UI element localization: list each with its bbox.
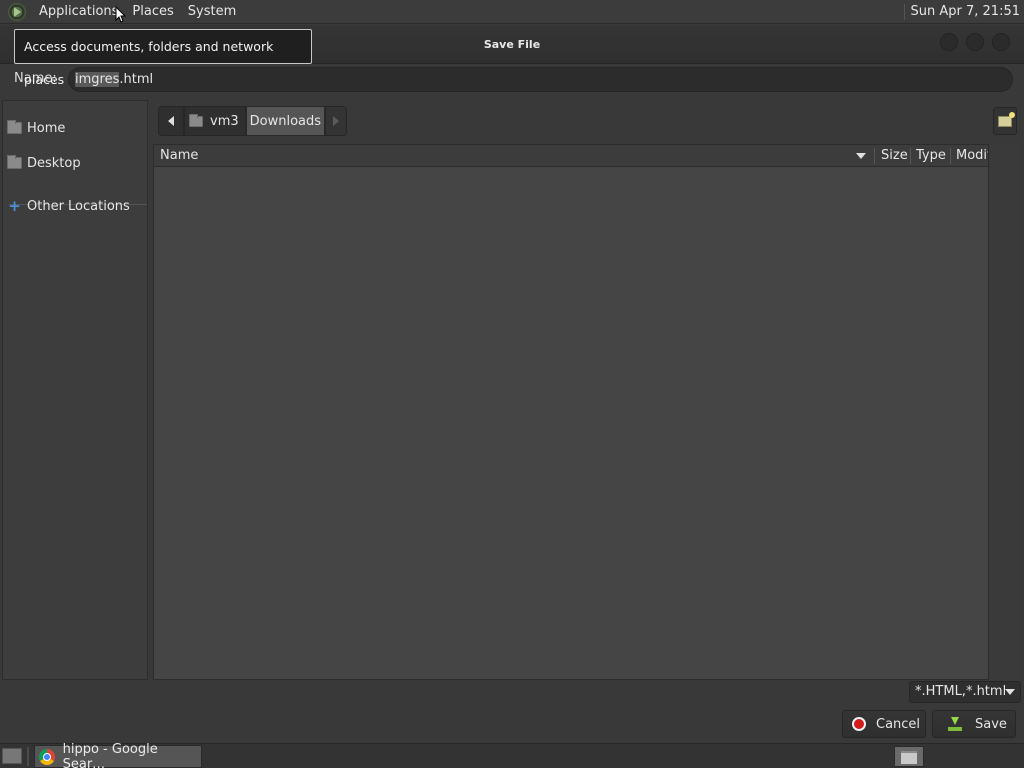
sidebar-item-label: Home <box>27 120 66 136</box>
sidebar-item-label: Desktop <box>27 155 81 171</box>
column-divider <box>950 148 951 164</box>
workspace-switcher[interactable] <box>894 746 924 767</box>
sidebar-item-label: Other Locations <box>27 198 130 214</box>
clock[interactable]: Sun Apr 7, 21:51 <box>911 4 1024 19</box>
places-tooltip: Access documents, folders and network pl… <box>14 29 312 87</box>
column-divider <box>910 148 911 164</box>
name-row: Name: imgres.html <box>0 64 1024 98</box>
path-button-vm3[interactable]: vm3 <box>184 106 246 136</box>
menu-places[interactable]: Places <box>125 0 180 24</box>
cancel-label: Cancel <box>876 716 921 732</box>
app-menu-icon[interactable] <box>8 2 26 21</box>
column-type[interactable]: Type <box>916 145 946 167</box>
mouse-cursor-icon <box>115 6 127 23</box>
window-controls <box>940 33 1010 51</box>
filename-selected-text: imgres <box>75 72 120 87</box>
stop-icon <box>852 717 866 731</box>
save-file-dialog: Save File Name: imgres.html Home Desktop… <box>0 25 1024 743</box>
path-back-button[interactable] <box>158 106 184 136</box>
top-panel: Applications Places System Sun Apr 7, 21… <box>0 0 1024 24</box>
save-button[interactable]: Save <box>932 710 1016 738</box>
new-folder-icon <box>998 111 1015 127</box>
sidebar-item-desktop[interactable]: Desktop <box>3 148 147 178</box>
places-sidebar: Home Desktop + Other Locations <box>2 100 148 680</box>
create-folder-button[interactable] <box>993 107 1017 135</box>
maximize-button[interactable] <box>966 33 984 51</box>
path-bar: vm3 Downloads <box>158 106 348 136</box>
panel-separator <box>27 747 29 766</box>
taskbar-item-label: hippo - Google Sear… <box>62 741 158 768</box>
scrollbar-track[interactable] <box>989 144 1019 680</box>
menu-system[interactable]: System <box>181 0 243 24</box>
path-label: vm3 <box>210 113 239 129</box>
column-divider <box>874 148 875 164</box>
folder-home-icon <box>189 113 203 127</box>
bottom-panel: hippo - Google Sear… <box>0 741 1024 768</box>
filter-value: *.HTML,*.html <box>915 684 1007 699</box>
file-type-filter[interactable]: *.HTML,*.html <box>909 681 1021 703</box>
path-forward-button[interactable] <box>325 106 348 136</box>
sidebar-item-home[interactable]: Home <box>3 113 147 143</box>
taskbar-item-browser[interactable]: hippo - Google Sear… <box>34 741 202 768</box>
file-list[interactable]: Name Size Type Modif <box>153 144 989 680</box>
minimize-button[interactable] <box>940 33 958 51</box>
column-modified[interactable]: Modif <box>956 145 988 167</box>
folder-desktop-icon <box>7 155 22 169</box>
show-desktop-icon[interactable] <box>2 748 22 764</box>
cancel-button[interactable]: Cancel <box>842 710 926 738</box>
column-header: Name Size Type Modif <box>154 145 988 167</box>
save-label: Save <box>975 716 1007 732</box>
folder-home-icon <box>7 120 22 134</box>
column-size[interactable]: Size <box>881 145 908 167</box>
panel-separator <box>903 3 905 20</box>
path-button-downloads[interactable]: Downloads <box>245 106 326 136</box>
filename-input[interactable]: imgres.html <box>68 67 1013 92</box>
close-button[interactable] <box>992 33 1010 51</box>
chevron-down-icon <box>1005 689 1015 695</box>
filename-extension: .html <box>119 72 154 87</box>
download-icon <box>948 717 962 731</box>
menu-applications[interactable]: Applications <box>32 0 125 24</box>
path-label: Downloads <box>249 113 322 129</box>
sidebar-item-other-locations[interactable]: + Other Locations <box>3 191 147 221</box>
sort-descending-icon <box>856 153 866 159</box>
plus-icon: + <box>8 197 21 215</box>
chrome-icon <box>39 748 55 765</box>
column-name[interactable]: Name <box>160 145 198 167</box>
